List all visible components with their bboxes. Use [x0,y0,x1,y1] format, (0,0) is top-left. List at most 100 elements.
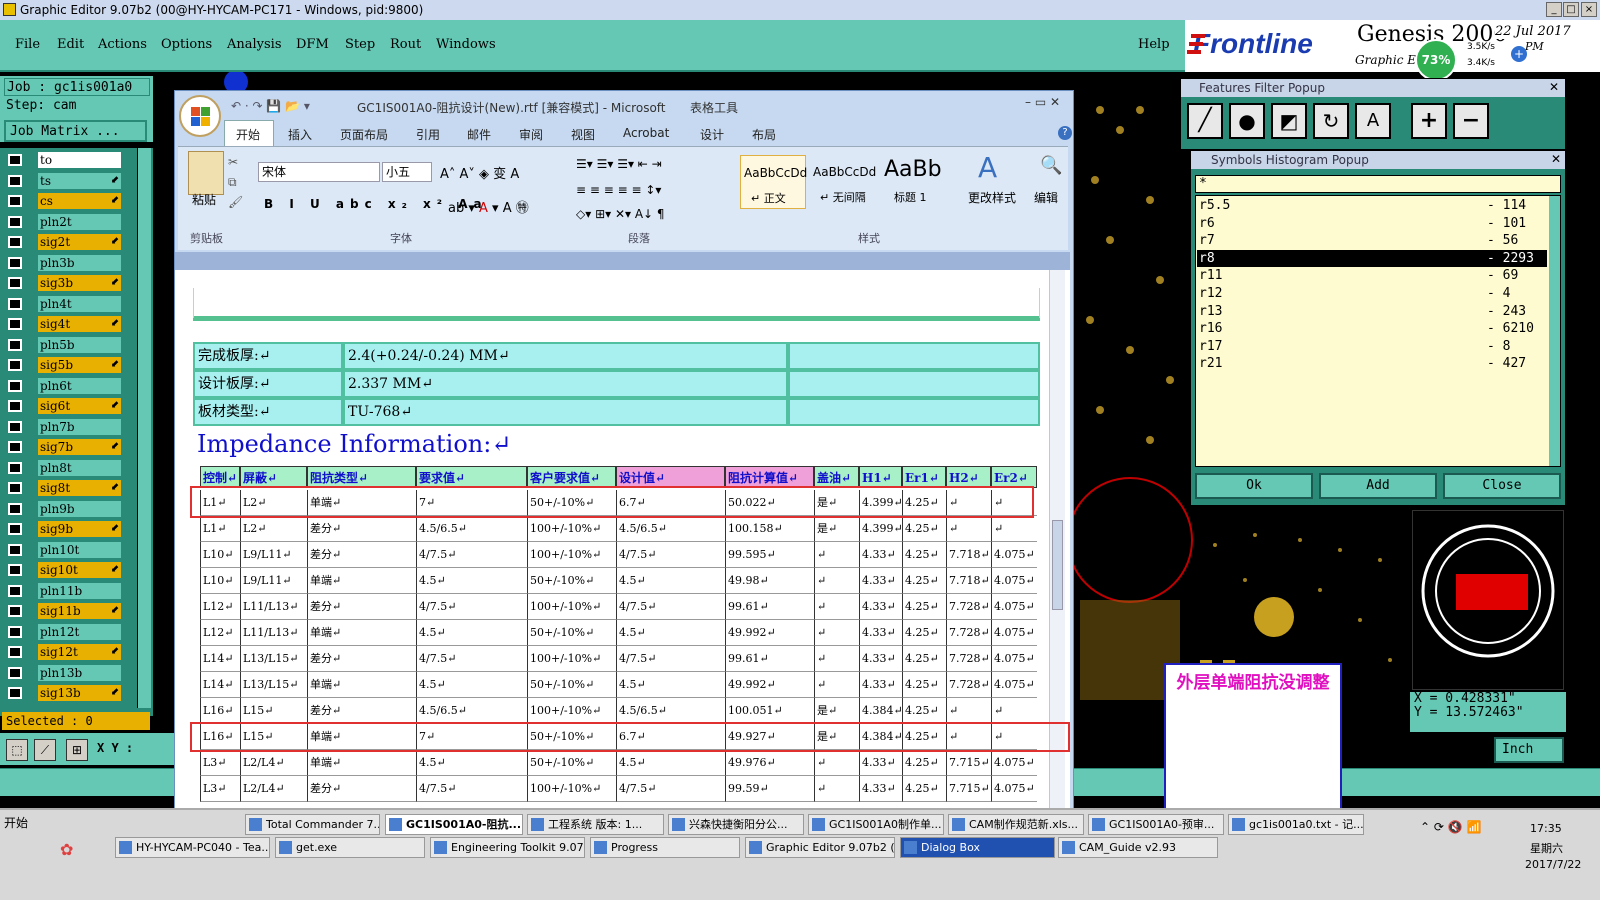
measure-icon[interactable]: ⟋ [34,739,56,761]
word-window-controls[interactable]: – ▭ ✕ [1025,95,1060,109]
layer-checkbox[interactable] [8,359,22,371]
menu-analysis[interactable]: Analysis [227,37,282,52]
task-button[interactable]: Engineering Toolkit 9.07... [430,837,585,858]
menu-windows[interactable]: Windows [436,37,496,52]
unit-button[interactable]: Inch [1494,737,1564,763]
layer-row-sig10t[interactable]: sig10t ⬋ [8,562,121,578]
histogram-row[interactable]: r12 - 4 [1197,285,1547,302]
edit-icon[interactable]: 🔍 [1040,155,1062,176]
align-icons[interactable]: ≡ ≡ ≡ ≡ ≡ ↕▾ [576,183,661,197]
edit-label[interactable]: 编辑 [1034,189,1058,206]
layer-arrow-icon[interactable]: ⬋ [111,234,119,250]
layer-name[interactable]: pln7b [38,418,121,435]
menu-help[interactable]: Help [1138,37,1170,52]
menu-edit[interactable]: Edit [57,37,84,52]
text-icon[interactable]: A [1355,103,1391,139]
layer-name[interactable]: to [38,152,121,168]
layer-arrow-icon[interactable]: ⬋ [111,439,119,455]
layer-arrow-icon[interactable]: ⬋ [111,644,119,660]
layer-arrow-icon[interactable]: ⬋ [111,398,119,414]
font-name-select[interactable]: 宋体 [258,162,380,182]
task-button[interactable]: Dialog Box [900,837,1055,858]
plus-circle-icon[interactable]: + [1511,46,1527,62]
layer-checkbox[interactable] [8,605,22,617]
layer-name[interactable]: pln10t [38,541,121,558]
paste-label[interactable]: 粘贴 [192,191,216,208]
task-button[interactable]: 工程系统 版本: 1... [527,814,664,835]
histogram-row[interactable]: r5.5 - 114 [1197,197,1547,214]
change-styles-label[interactable]: 更改样式 [968,189,1016,206]
layer-name[interactable]: ts ⬋ [38,172,121,189]
doc-scroll-thumb[interactable] [1052,520,1063,610]
layer-arrow-icon[interactable]: ⬋ [111,685,119,701]
histogram-row[interactable]: r7 - 56 [1197,232,1547,249]
quick-launch-icon[interactable]: ✿ [60,840,73,859]
layer-row-sig7b[interactable]: sig7b ⬋ [8,439,121,455]
layer-name[interactable]: pln3b [38,254,121,271]
tab-view[interactable]: 视图 [571,126,595,143]
layer-name[interactable]: sig12t ⬋ [38,644,121,660]
grid-icon[interactable]: ⊞ [66,739,88,761]
layer-name[interactable]: sig7b ⬋ [38,439,121,455]
layer-checkbox[interactable] [8,502,22,515]
layer-row-pln12t[interactable]: pln12t [8,623,121,640]
layer-arrow-icon[interactable]: ⬋ [111,275,119,291]
menu-file[interactable]: File [15,37,40,52]
layer-row-sig5b[interactable]: sig5b ⬋ [8,357,121,373]
maximize-button[interactable]: □ [1563,2,1579,17]
layer-row-to[interactable]: to [8,152,121,168]
layer-name[interactable]: pln5b [38,336,121,353]
copy-icon[interactable]: ⧉ [228,175,237,190]
layer-row-sig11b[interactable]: sig11b ⬋ [8,603,121,619]
tab-references[interactable]: 引用 [416,126,440,143]
layer-name[interactable]: sig5b ⬋ [38,357,121,373]
highlight-icon[interactable]: ab ▾ A ▾ A ㊕ [448,197,529,216]
ok-button[interactable]: Ok [1195,473,1313,499]
layer-checkbox[interactable] [8,236,22,248]
layer-arrow-icon[interactable]: ⬋ [111,357,119,373]
close-button[interactable]: × [1581,2,1597,17]
histogram-close-icon[interactable]: ✕ [1551,152,1561,166]
layer-row-pln8t[interactable]: pln8t [8,459,121,476]
histogram-row[interactable]: r16 - 6210 [1197,320,1547,337]
layer-checkbox[interactable] [8,543,22,556]
tab-layout[interactable]: 布局 [752,126,776,143]
font-size-select[interactable]: 小五 [382,162,432,182]
layer-row-sig12t[interactable]: sig12t ⬋ [8,644,121,660]
help-icon[interactable]: ? [1058,126,1072,140]
layer-checkbox[interactable] [8,338,22,351]
layer-arrow-icon[interactable]: ⬋ [111,173,119,189]
layer-row-sig9b[interactable]: sig9b ⬋ [8,521,121,537]
layer-checkbox[interactable] [8,441,22,453]
layer-checkbox[interactable] [8,564,22,576]
layer-checkbox[interactable] [8,687,22,699]
filter-close-icon[interactable]: ✕ [1549,80,1559,94]
style-heading1[interactable]: AaBb 标题 1 [880,155,946,209]
layer-checkbox[interactable] [8,482,22,494]
layer-name[interactable]: pln9b [38,500,121,517]
layer-arrow-icon[interactable]: ⬋ [111,562,119,578]
style-normal[interactable]: AaBbCcDd ↵ 正文 [740,155,807,209]
layer-row-pln9b[interactable]: pln9b [8,500,121,517]
layer-name[interactable]: pln6t [38,377,121,394]
style-no-spacing[interactable]: AaBbCcDd ↵ 无间隔 [810,155,876,209]
layer-row-pln10t[interactable]: pln10t [8,541,121,558]
layer-name[interactable]: pln4t [38,295,121,312]
layer-name[interactable]: sig9b ⬋ [38,521,121,537]
layer-name[interactable]: sig10t ⬋ [38,562,121,578]
histogram-row[interactable]: r13 - 243 [1197,303,1547,320]
layer-arrow-icon[interactable]: ⬋ [111,603,119,619]
layer-checkbox[interactable] [8,154,22,166]
layer-name[interactable]: pln13b [38,664,121,681]
layer-row-sig3b[interactable]: sig3b ⬋ [8,275,121,291]
font-grow-icons[interactable]: A˄ A˅ ◈ 变 A [440,163,519,182]
layer-checkbox[interactable] [8,174,22,187]
layer-row-pln3b[interactable]: pln3b [8,254,121,271]
layer-name[interactable]: sig8t ⬋ [38,480,121,496]
layer-name[interactable]: pln11b [38,582,121,599]
layer-checkbox[interactable] [8,277,22,289]
layer-checkbox[interactable] [8,318,22,330]
task-button[interactable]: Total Commander 7.... [245,814,380,835]
histogram-row[interactable]: r17 - 8 [1197,338,1547,355]
layer-name[interactable]: sig6t ⬋ [38,398,121,414]
